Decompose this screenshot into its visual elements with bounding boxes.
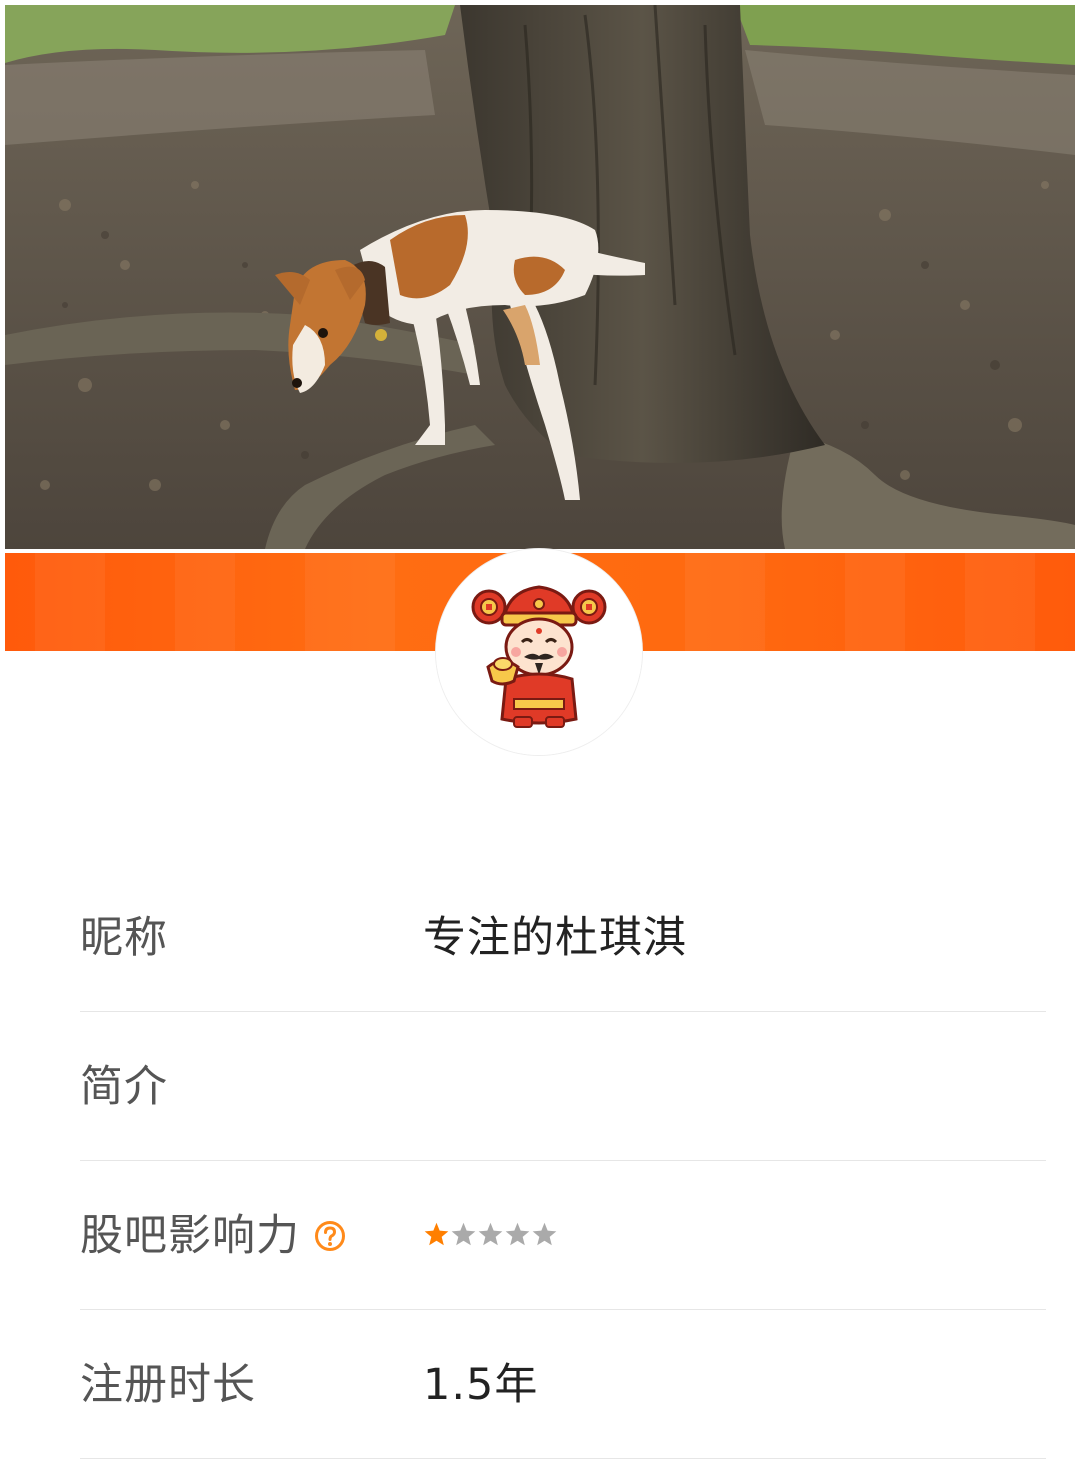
star-filled-icon — [424, 1222, 449, 1246]
caishen-avatar-icon — [436, 549, 642, 755]
registration-value: 1.5年 — [423, 1360, 539, 1410]
influence-row: 股吧影响力 — [80, 1161, 1046, 1310]
star-empty-icon — [451, 1222, 476, 1246]
star-empty-icon — [532, 1222, 557, 1246]
registration-row: 注册时长 1.5年 — [80, 1310, 1046, 1459]
cover-photo[interactable] — [5, 5, 1075, 549]
influence-label: 股吧影响力 — [80, 1211, 300, 1261]
influence-stars — [423, 1221, 558, 1251]
influence-label-group: 股吧影响力 — [80, 1211, 346, 1261]
registration-label: 注册时长 — [80, 1360, 256, 1410]
nickname-row[interactable]: 昵称 专注的杜琪淇 — [80, 863, 1046, 1012]
question-circle-icon[interactable] — [314, 1220, 346, 1252]
nickname-value: 专注的杜琪淇 — [423, 913, 687, 963]
nickname-label: 昵称 — [80, 913, 168, 963]
profile-info-list: 昵称 专注的杜琪淇 简介 股吧影响力 注册时长 1.5年 — [80, 863, 1046, 1459]
bio-label: 简介 — [80, 1062, 168, 1112]
avatar[interactable] — [436, 549, 642, 755]
cover-photo-image — [5, 5, 1075, 549]
star-empty-icon — [478, 1222, 503, 1246]
bio-row[interactable]: 简介 — [80, 1012, 1046, 1161]
star-empty-icon — [505, 1222, 530, 1246]
